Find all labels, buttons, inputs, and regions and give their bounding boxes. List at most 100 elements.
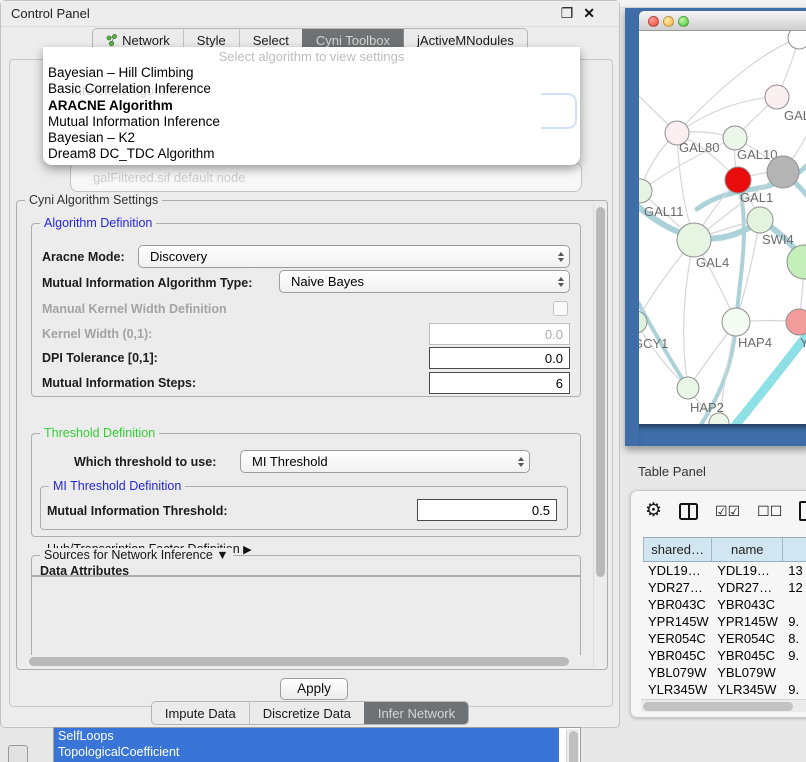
bottom-tab-impute-data-label: Impute Data: [165, 702, 236, 725]
dropdown-placeholder: Select algorithm to view settings: [43, 49, 580, 64]
split-columns-icon[interactable]: [679, 503, 698, 520]
mi-type-label: Mutual Information Algorithm Type:: [42, 276, 252, 290]
threshold-definition-group: Threshold Definition Which threshold to …: [31, 433, 581, 537]
table-cell: [783, 664, 806, 681]
sources-title[interactable]: Sources for Network Inference ▼: [40, 548, 233, 562]
network-node-gal[interactable]: [765, 85, 789, 109]
table-row[interactable]: YER054CYER054C8.: [643, 630, 806, 647]
settings-horizontal-scrollbar[interactable]: [25, 655, 591, 667]
table-cell: 8.: [783, 630, 806, 647]
table-panel-title: Table Panel: [638, 464, 706, 479]
algorithm-definition-group: Algorithm Definition Aracne Mode: Discov…: [31, 223, 581, 397]
network-node-gal4[interactable]: [677, 223, 711, 257]
column-header-shared-[interactable]: shared…: [643, 538, 712, 561]
algorithm-option-dream8-dc-tdc-algorithm[interactable]: Dream8 DC_TDC Algorithm: [48, 146, 575, 162]
zoom-traffic-light-icon[interactable]: [678, 16, 689, 27]
bottom-tab-infer-network-label: Infer Network: [378, 702, 455, 725]
bottom-tab-infer-network[interactable]: Infer Network: [364, 702, 468, 724]
gear-icon[interactable]: ⚙: [645, 501, 662, 521]
algorithm-option-bayesian-hill-climbing[interactable]: Bayesian – Hill Climbing: [48, 65, 575, 81]
algorithm-option-aracne-algorithm[interactable]: ARACNE Algorithm: [48, 98, 575, 114]
table-toolbar: ⚙ ☑☑ ☐☐: [645, 501, 806, 521]
select-all-checkboxes-icon[interactable]: ☑☑: [715, 503, 740, 520]
table-horizontal-scrollbar[interactable]: [641, 699, 806, 712]
attribute-item-topologicalcoefficient[interactable]: TopologicalCoefficient: [54, 744, 559, 760]
algorithm-option-basic-correlation-inference[interactable]: Basic Correlation Inference: [48, 81, 575, 97]
settings-vertical-scrollbar[interactable]: [593, 203, 606, 667]
network-node-hap2[interactable]: [677, 377, 699, 399]
minimize-traffic-light-icon[interactable]: [663, 16, 674, 27]
table-cell: 13: [783, 562, 806, 579]
network-source-combobox[interactable]: galFiltered.sif default node: [70, 162, 582, 192]
algorithm-option-mutual-information-inference[interactable]: Mutual Information Inference: [48, 114, 575, 130]
close-icon[interactable]: ✕: [583, 5, 595, 21]
data-attributes-list[interactable]: SelfLoopsTopologicalCoefficientBetweenne…: [53, 727, 581, 762]
table-cell: YDR27…: [712, 579, 783, 596]
network-edge[interactable]: [684, 240, 694, 388]
apply-button[interactable]: Apply: [280, 678, 348, 700]
mi-algorithm-type-combobox[interactable]: Naive Bayes: [279, 270, 570, 293]
mi-steps-field[interactable]: 6: [429, 372, 570, 394]
table-cell: YBR043C: [712, 596, 783, 613]
table-cell: 12: [783, 579, 806, 596]
algorithm-definition-title: Algorithm Definition: [40, 216, 156, 230]
threshold-definition-title: Threshold Definition: [40, 426, 159, 440]
mi-threshold-title: MI Threshold Definition: [49, 479, 185, 493]
table-row[interactable]: YBL079WYBL079W: [643, 664, 806, 681]
node-table: shared…nameA YDL19…YDL19…13YDR27…YDR27…1…: [643, 537, 806, 699]
bottom-tabbar: Impute Data Discretize Data Infer Network: [1, 701, 619, 725]
table-row[interactable]: YBR043CYBR043C: [643, 596, 806, 613]
attribute-item-selfloops[interactable]: SelfLoops: [54, 728, 559, 744]
table-row[interactable]: YPR145WYPR145W9.: [643, 613, 806, 630]
bottom-tab-discretize-data[interactable]: Discretize Data: [249, 702, 364, 724]
table-cell: 9.: [783, 681, 806, 698]
table-cell: YBR043C: [643, 596, 712, 613]
mi-threshold-field[interactable]: 0.5: [417, 499, 557, 521]
table-cell: YBR045C: [712, 647, 783, 664]
node-label-gal4: GAL4: [696, 255, 729, 270]
which-threshold-combobox[interactable]: MI Threshold: [240, 450, 530, 473]
table-row[interactable]: YDL19…YDL19…13: [643, 562, 806, 579]
table-row[interactable]: YLR345WYLR345W9.: [643, 681, 806, 698]
node-label-y: Y: [800, 335, 806, 350]
table-row[interactable]: YBR045CYBR045C9.: [643, 647, 806, 664]
network-node[interactable]: [767, 156, 799, 188]
minimized-panel-icon[interactable]: [8, 745, 28, 762]
manual-kernel-checkbox[interactable]: [553, 301, 568, 316]
network-node-hap4[interactable]: [722, 308, 750, 336]
network-node[interactable]: [788, 31, 806, 49]
network-node[interactable]: [787, 245, 806, 279]
aracne-mode-value: Discovery: [139, 249, 553, 264]
aracne-mode-combobox[interactable]: Discovery: [138, 245, 570, 268]
close-traffic-light-icon[interactable]: [648, 16, 659, 27]
dpi-tolerance-field[interactable]: 0.0: [429, 347, 570, 369]
float-window-icon[interactable]: ❐: [561, 5, 574, 21]
new-table-icon[interactable]: [799, 501, 806, 521]
column-header-name[interactable]: name: [712, 538, 783, 561]
network-node-swi4[interactable]: [747, 207, 773, 233]
combo-spinner-icon: [513, 451, 529, 472]
table-row[interactable]: YDR27…YDR27…12: [643, 579, 806, 596]
network-canvas[interactable]: GALGAL80GAL10GAL1GAL11SWI4GAL4GCY1HAP4YH…: [639, 31, 806, 424]
network-node-y[interactable]: [786, 309, 806, 335]
node-label-gal11: GAL11: [644, 204, 684, 219]
table-cell: [783, 596, 806, 613]
algorithm-option-bayesian-k2[interactable]: Bayesian – K2: [48, 130, 575, 146]
network-view-window: GALGAL80GAL10GAL1GAL11SWI4GAL4GCY1HAP4YH…: [625, 8, 806, 446]
network-edge[interactable]: [677, 97, 777, 133]
table-cell: 9.: [783, 613, 806, 630]
data-attributes-label: Data Attributes: [40, 564, 129, 578]
list-scrollbar[interactable]: [566, 729, 579, 762]
node-label-hap4: HAP4: [738, 335, 772, 350]
node-label-gal1: GAL1: [740, 190, 773, 205]
table-cell: YPR145W: [643, 613, 712, 630]
deselect-all-checkboxes-icon[interactable]: ☐☐: [757, 503, 782, 520]
kernel-width-field[interactable]: 0.0: [429, 323, 570, 345]
dpi-tolerance-label: DPI Tolerance [0,1]:: [42, 351, 158, 365]
network-window-titlebar: [639, 11, 806, 31]
bottom-tab-impute-data[interactable]: Impute Data: [152, 702, 249, 724]
node-label-gal80: GAL80: [679, 140, 719, 155]
table-cell: YDL19…: [712, 562, 783, 579]
control-panel-window: Control Panel ❐ ✕ NetworkStyleSelectCyni…: [0, 0, 620, 728]
column-header-a[interactable]: A: [783, 538, 806, 561]
